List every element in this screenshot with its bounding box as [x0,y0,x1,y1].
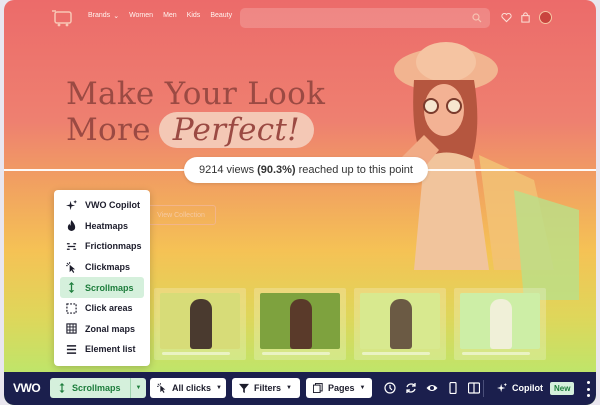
menu-item-frictionmaps[interactable]: Frictionmaps [60,236,144,257]
refresh-icon[interactable] [405,382,417,394]
heatmap-type-menu: VWO Copilot Heatmaps Frictionmaps Clickm… [54,190,150,366]
product-card[interactable] [354,288,446,360]
toolbar-divider [483,380,484,397]
product-image [360,293,440,349]
menu-item-label: Scrollmaps [85,282,134,293]
search-icon [472,13,482,23]
all-clicks-dropdown[interactable]: All clicks ▼ [150,378,226,398]
menu-item-label: Element list [85,344,136,355]
product-text-placeholder [162,352,230,355]
filters-dropdown[interactable]: Filters ▼ [232,378,300,398]
compare-split-icon[interactable] [468,382,480,394]
caret-down-icon: ▼ [286,385,292,391]
scroll-views-count: 9214 views [199,164,255,176]
scroll-percent: (90.3%) [257,164,296,176]
nav-women[interactable]: Women [129,12,153,20]
headline-line-2-more: More [66,112,151,148]
heart-icon[interactable] [501,12,512,23]
filter-icon [239,383,249,393]
toolbar-icon-group [384,382,480,394]
caret-down-icon: ▼ [135,385,142,391]
friction-icon [66,243,77,250]
vwo-logo: VWO [13,381,41,395]
avatar[interactable] [539,11,552,24]
menu-item-click-areas[interactable]: Click areas [60,298,144,319]
menu-item-clickmaps[interactable]: Clickmaps [60,257,144,278]
more-options-icon[interactable] [586,381,590,397]
headline-perfect-pill: Perfect! [158,112,314,148]
eye-icon[interactable] [426,382,438,394]
menu-item-heatmaps[interactable]: Heatmaps [60,216,144,237]
menu-item-label: Frictionmaps [85,241,142,252]
flame-icon [67,220,76,232]
list-icon [66,345,77,354]
scroll-reach-label: 9214 views (90.3%) reached up to this po… [184,157,428,183]
cursor-click-icon [66,261,76,273]
cursor-click-icon [157,383,166,393]
scrollmaps-dropdown-toggle[interactable]: ▼ [130,378,146,398]
menu-item-label: Zonal maps [85,323,136,334]
sparkle-icon [66,199,77,210]
copilot-label: Copilot [512,383,543,393]
chevron-down-icon: ⌄ [113,13,120,20]
product-text-placeholder [262,352,330,355]
cart-logo-icon [52,10,72,27]
scrollmaps-label: Scrollmaps [72,383,121,393]
menu-item-label: Heatmaps [85,220,129,231]
all-clicks-label: All clicks [172,383,212,393]
product-image [260,293,340,349]
target-icon[interactable] [384,382,396,394]
nav-kids[interactable]: Kids [187,12,201,20]
shopping-bag-icon[interactable] [520,12,531,23]
product-image [460,293,540,349]
pages-label: Pages [328,383,355,393]
filters-label: Filters [254,383,282,393]
product-card[interactable] [154,288,246,360]
nav-beauty[interactable]: Beauty [210,12,232,20]
nav-brands[interactable]: Brands [88,12,110,20]
copilot-button[interactable]: Copilot [497,383,543,393]
header-icons [501,11,552,24]
scrollmaps-button[interactable]: Scrollmaps ▼ [50,378,146,398]
site-nav: Brands ⌄ Women Men Kids Beauty [88,12,232,20]
product-image [160,293,240,349]
scroll-arrows-icon [68,282,75,294]
grid-icon [66,323,77,334]
hero-headline: Make Your Look More Perfect! [66,76,325,148]
scroll-reach-text: reached up to this point [298,164,413,176]
view-collection-button[interactable]: View Collection [146,205,216,225]
pages-icon [313,383,323,393]
new-badge: New [550,382,575,395]
site-header: Brands ⌄ Women Men Kids Beauty [4,0,596,36]
mobile-device-icon[interactable] [447,382,459,394]
nav-men[interactable]: Men [163,12,177,20]
product-card[interactable] [454,288,546,360]
product-text-placeholder [462,352,530,355]
site-search-input[interactable] [240,8,490,28]
caret-down-icon: ▼ [359,385,366,391]
menu-item-zonal-maps[interactable]: Zonal maps [60,319,144,340]
product-card[interactable] [254,288,346,360]
menu-item-vwo-copilot[interactable]: VWO Copilot [60,195,144,216]
menu-item-label: Clickmaps [85,262,131,273]
heatmap-frame: Brands ⌄ Women Men Kids Beauty Make Your… [4,0,596,405]
menu-item-label: Click areas [85,303,133,314]
headline-line-1: Make Your Look [66,76,326,112]
menu-item-element-list[interactable]: Element list [60,339,144,360]
scroll-arrows-icon [59,383,65,393]
menu-item-label: VWO Copilot [85,200,140,211]
pages-dropdown[interactable]: Pages ▼ [306,378,372,398]
dashed-square-icon [66,303,77,314]
sparkle-icon [497,383,507,393]
analysis-toolbar: VWO Scrollmaps ▼ All clicks ▼ Filters ▼ … [4,372,596,405]
caret-down-icon: ▼ [216,385,222,391]
product-text-placeholder [362,352,430,355]
menu-item-scrollmaps[interactable]: Scrollmaps [60,277,144,298]
